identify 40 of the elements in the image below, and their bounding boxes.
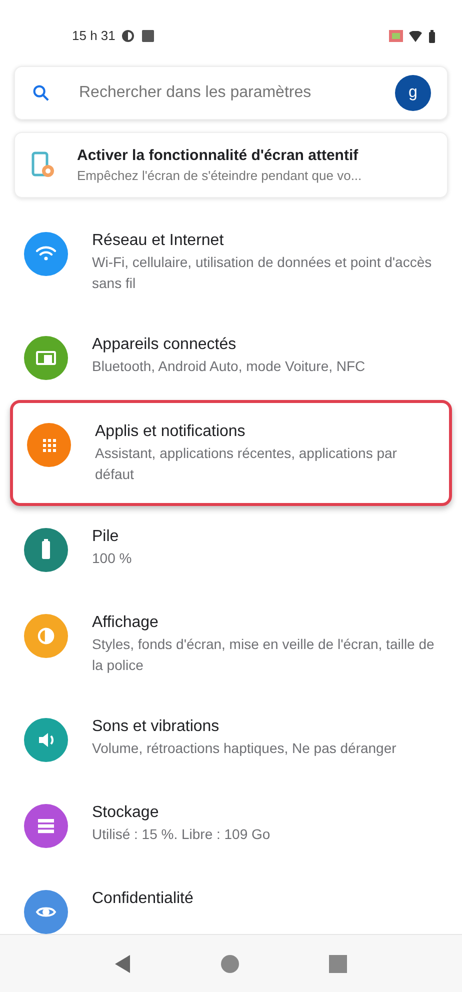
cast-icon (389, 30, 403, 42)
battery-icon (428, 30, 436, 42)
highlighted-setting-row[interactable]: Applis et notifications Assistant, applications récentes, applications par défaut (10, 400, 452, 506)
setting-title: Applis et notifications (95, 422, 246, 442)
setting-subtitle: 100 % (92, 549, 132, 568)
setting-row[interactable]: Réseau et Internet Wi-Fi, cellulaire, utilisation de données et point d'accès sans fil (0, 210, 462, 314)
search-icon (31, 83, 51, 103)
setting-title: Réseau et Internet (92, 231, 225, 251)
suggestion-title: Activer la fonctionnalité d'écran attentif (77, 146, 360, 166)
setting-title: Affichage (92, 613, 160, 633)
phone-icon (31, 151, 55, 179)
circle-icon (121, 29, 136, 43)
setting-subtitle: Utilisé : 15 %. Libre : 109 Go (92, 825, 270, 844)
setting-subtitle: Bluetooth, Android Auto, mode Voiture, NFC (92, 357, 366, 376)
home-icon[interactable] (220, 954, 240, 974)
status-time: 15 h 31 (72, 27, 116, 46)
setting-row[interactable]: Confidentialité (0, 868, 462, 934)
square-icon (141, 29, 156, 43)
search-field[interactable]: Rechercher dans les paramètres g (14, 66, 448, 120)
setting-subtitle: Volume, rétroactions haptiques, Ne pas déranger (92, 739, 396, 758)
setting-row[interactable]: Pile 100 % (0, 506, 462, 592)
setting-title: Pile (92, 527, 120, 547)
suggestion-card[interactable]: Activer la fonctionnalité d'écran attentif Empêchez l'écran de s'éteindre pendant que vo... (14, 132, 448, 198)
setting-subtitle: Styles, fonds d'écran, mise en veille de l'écran, taille de la police (92, 635, 436, 675)
setting-title: Confidentialité (92, 889, 194, 909)
search-input[interactable]: Rechercher dans les paramètres (79, 81, 395, 105)
setting-row[interactable]: Appareils connectés Bluetooth, Android Auto, mode Voiture, NFC (0, 314, 462, 400)
wifi-icon (409, 30, 422, 42)
setting-row[interactable]: Sons et vibrations Volume, rétroactions haptiques, Ne pas déranger (0, 696, 462, 782)
setting-title: Appareils connectés (92, 335, 238, 355)
back-icon[interactable] (114, 954, 131, 972)
setting-row[interactable]: Affichage Styles, fonds d'écran, mise en veille de l'écran, taille de la police (0, 592, 462, 696)
recents-icon[interactable] (329, 954, 348, 972)
avatar[interactable]: g (395, 75, 431, 111)
setting-subtitle: Assistant, applications récentes, applications par défaut (95, 444, 398, 484)
setting-row[interactable]: Stockage Utilisé : 15 %. Libre : 109 Go (0, 782, 462, 868)
setting-title: Sons et vibrations (92, 717, 220, 737)
setting-subtitle: Wi-Fi, cellulaire, utilisation de données et point d'accès sans fil (92, 253, 433, 293)
setting-title: Stockage (92, 803, 160, 823)
suggestion-subtitle: Empêchez l'écran de s'éteindre pendant que vo... (77, 167, 362, 185)
